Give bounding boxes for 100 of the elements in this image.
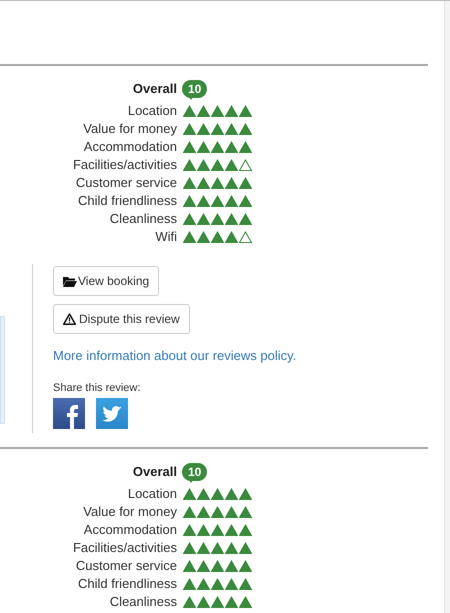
overall-label: Overall [132, 80, 177, 98]
filled-triangle-icon [225, 231, 238, 243]
filled-triangle-icon [211, 177, 224, 189]
filled-triangle-icon [197, 195, 210, 207]
filled-triangle-icon [239, 141, 252, 153]
view-booking-button[interactable]: View booking [53, 266, 160, 296]
filled-triangle-icon [211, 560, 224, 572]
filled-triangle-icon [183, 488, 196, 500]
rating-label: Value for money [82, 120, 177, 138]
filled-triangle-icon [225, 177, 238, 189]
filled-triangle-icon [183, 105, 196, 117]
rating-label: Location [126, 102, 177, 120]
filled-triangle-icon [197, 596, 210, 608]
rating-label: Value for money [82, 503, 177, 521]
rating-label: Accommodation [82, 521, 177, 539]
reviews-policy-link[interactable]: More information about our reviews policy. [53, 346, 412, 366]
filled-triangle-icon [225, 141, 238, 153]
filled-triangle-icon [225, 105, 238, 117]
filled-triangle-icon [183, 578, 196, 590]
rating-label: Cleanliness [108, 593, 177, 611]
filled-triangle-icon [211, 195, 224, 207]
filled-triangle-icon [211, 596, 224, 608]
rating-label: Facilities/activities [72, 156, 177, 174]
filled-triangle-icon [225, 524, 238, 536]
facebook-icon[interactable] [53, 398, 85, 429]
filled-triangle-icon [239, 596, 252, 608]
score-badge: 10 [182, 463, 208, 481]
filled-triangle-icon [183, 159, 196, 171]
filled-triangle-icon [197, 560, 210, 572]
filled-triangle-icon [197, 213, 210, 225]
filled-triangle-icon [197, 524, 210, 536]
folder-icon [63, 276, 77, 286]
dispute-button[interactable]: Dispute this review [53, 304, 190, 334]
filled-triangle-icon [211, 578, 224, 590]
rating-label: Facilities/activities [72, 539, 177, 557]
filled-triangle-icon [211, 488, 224, 500]
filled-triangle-icon [239, 213, 252, 225]
filled-triangle-icon [197, 159, 210, 171]
filled-triangle-icon [225, 506, 238, 518]
filled-triangle-icon [183, 213, 196, 225]
filled-triangle-icon [197, 506, 210, 518]
filled-triangle-icon [225, 578, 238, 590]
overall-label: Overall [132, 463, 177, 481]
filled-triangle-icon [197, 488, 210, 500]
filled-triangle-icon [211, 524, 224, 536]
filled-triangle-icon [239, 177, 252, 189]
filled-triangle-icon [183, 123, 196, 135]
rating-label: Wifi [154, 228, 177, 246]
filled-triangle-icon [183, 524, 196, 536]
filled-triangle-icon [197, 231, 210, 243]
filled-triangle-icon [183, 231, 196, 243]
filled-triangle-icon [239, 578, 252, 590]
filled-triangle-icon [239, 524, 252, 536]
filled-triangle-icon [239, 542, 252, 554]
filled-triangle-icon [211, 159, 224, 171]
filled-triangle-icon [211, 141, 224, 153]
filled-triangle-icon [183, 596, 196, 608]
filled-triangle-icon [225, 542, 238, 554]
filled-triangle-icon [211, 542, 224, 554]
filled-triangle-icon [239, 488, 252, 500]
rating-label: Cleanliness [108, 210, 177, 228]
filled-triangle-icon [183, 560, 196, 572]
filled-triangle-icon [239, 123, 252, 135]
warning-icon [63, 313, 76, 325]
filled-triangle-icon [197, 578, 210, 590]
filled-triangle-icon [225, 596, 238, 608]
filled-triangle-icon [183, 177, 196, 189]
filled-triangle-icon [239, 506, 252, 518]
score-badge: 10 [182, 80, 208, 98]
filled-triangle-icon [211, 213, 224, 225]
filled-triangle-icon [225, 159, 238, 171]
filled-triangle-icon [183, 542, 196, 554]
filled-triangle-icon [197, 177, 210, 189]
filled-triangle-icon [225, 560, 238, 572]
filled-triangle-icon [183, 195, 196, 207]
rating-label: Child friendliness [77, 575, 177, 593]
filled-triangle-icon [225, 213, 238, 225]
filled-triangle-icon [211, 506, 224, 518]
filled-triangle-icon [211, 231, 224, 243]
filled-triangle-icon [211, 123, 224, 135]
filled-triangle-icon [225, 488, 238, 500]
filled-triangle-icon [225, 123, 238, 135]
filled-triangle-icon [225, 195, 238, 207]
rating-label: Customer service [74, 174, 177, 192]
filled-triangle-icon [239, 560, 252, 572]
filled-triangle-icon [197, 141, 210, 153]
filled-triangle-icon [197, 123, 210, 135]
share-label: Share this review: [53, 380, 142, 396]
filled-triangle-icon [239, 105, 252, 117]
filled-triangle-icon [211, 105, 224, 117]
rating-label: Customer service [74, 557, 177, 575]
filled-triangle-icon [183, 506, 196, 518]
rating-label: Child friendliness [77, 192, 177, 210]
filled-triangle-icon [197, 542, 210, 554]
filled-triangle-icon [197, 105, 210, 117]
rating-label: Location [126, 485, 177, 503]
twitter-icon[interactable] [96, 398, 128, 429]
rating-label: Accommodation [82, 138, 177, 156]
filled-triangle-icon [239, 195, 252, 207]
filled-triangle-icon [183, 141, 196, 153]
